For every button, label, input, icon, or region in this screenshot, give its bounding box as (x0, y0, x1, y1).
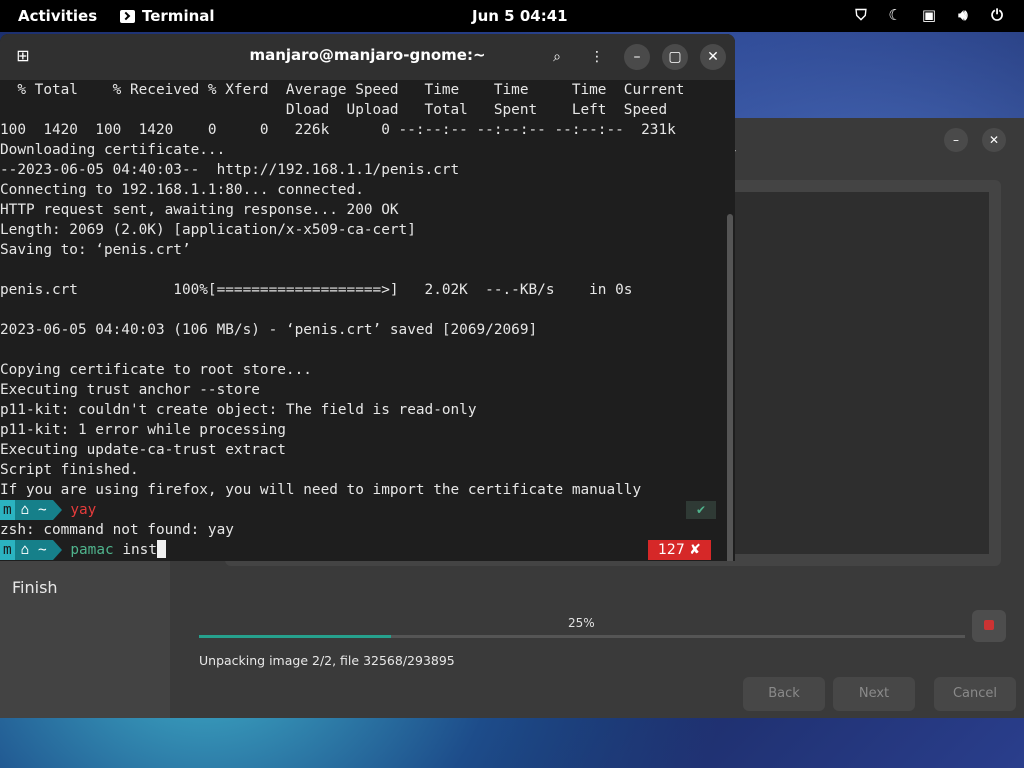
app-menu[interactable]: Terminal (120, 7, 215, 25)
menu-icon[interactable]: ⋮ (584, 44, 610, 70)
close-button[interactable]: ✕ (700, 44, 726, 70)
terminal-line: p11-kit: 1 error while processing (0, 422, 286, 438)
terminal-header: ⊞ manjaro@manjaro-gnome:~ ⌕ ⋮ – ▢ ✕ (0, 34, 735, 80)
maximize-button[interactable]: ▢ (662, 44, 688, 70)
next-button[interactable]: Next (833, 677, 915, 711)
minimize-button[interactable]: – (944, 128, 968, 152)
terminal-scrollbar[interactable] (727, 214, 733, 561)
manjaro-icon: m (0, 500, 15, 520)
log-toggle-button[interactable] (972, 610, 1006, 642)
clock[interactable]: Jun 5 04:41 (472, 7, 568, 25)
terminal-line: Script finished. (0, 462, 139, 478)
terminal-line: 2023-06-05 04:40:03 (106 MB/s) - ‘penis.… (0, 322, 538, 338)
terminal-line: --2023-06-05 04:40:03-- http://192.168.1… (0, 162, 460, 178)
terminal-line: Executing trust anchor --store (0, 382, 260, 398)
cursor (157, 540, 166, 558)
terminal-line: Downloading certificate... (0, 142, 226, 158)
terminal-line: penis.crt 100%[===================>] 2.0… (0, 282, 633, 298)
command-text: pamac (70, 542, 114, 558)
progress-bar (199, 635, 965, 638)
home-segment: ⌂ ~ (14, 500, 53, 520)
screen-icon[interactable]: ▣ (920, 6, 938, 24)
terminal-line: Copying certificate to root store... (0, 362, 312, 378)
prompt-line: m ⌂ ~ pamac inst (0, 540, 725, 560)
terminal-line: Dload Upload Total Spent Left Speed (0, 102, 668, 118)
install-status: Unpacking image 2/2, file 32568/293895 (199, 653, 455, 668)
close-button[interactable]: ✕ (982, 128, 1006, 152)
error-status-badge: 127 ✘ (648, 540, 711, 560)
success-status-badge: ✔ (686, 501, 717, 519)
terminal-line: HTTP request sent, awaiting response... … (0, 202, 399, 218)
sidebar-step-finish: Finish (12, 578, 58, 597)
minimize-button[interactable]: – (624, 44, 650, 70)
system-tray[interactable]: ⛉ ☾ ▣ 🔊︎ ⏻ (852, 6, 1006, 24)
terminal-line: 100 1420 100 1420 0 0 226k 0 --:--:-- --… (0, 122, 676, 138)
manjaro-icon: m (0, 540, 15, 560)
terminal-line: Connecting to 192.168.1.1:80... connecte… (0, 182, 364, 198)
progress-fill (199, 635, 391, 638)
terminal-icon (120, 9, 135, 23)
privacy-icon[interactable]: ⛉ (852, 6, 870, 24)
home-segment: ⌂ ~ (14, 540, 53, 560)
terminal-line: Length: 2069 (2.0K) [application/x-x509-… (0, 222, 416, 238)
terminal-line: Executing update-ca-trust extract (0, 442, 286, 458)
power-icon[interactable]: ⏻ (988, 6, 1006, 24)
terminal-line: p11-kit: couldn't create object: The fie… (0, 402, 477, 418)
terminal-window[interactable]: ⊞ manjaro@manjaro-gnome:~ ⌕ ⋮ – ▢ ✕ % To… (0, 34, 735, 561)
error-line: zsh: command not found: yay (0, 522, 234, 538)
back-button[interactable]: Back (743, 677, 825, 711)
installer-window-controls: – ✕ (944, 128, 1006, 152)
night-mode-icon[interactable]: ☾ (886, 6, 904, 24)
terminal-line: Saving to: ‘penis.crt’ (0, 242, 191, 258)
app-name: Terminal (142, 7, 215, 25)
command-text: yay (70, 502, 97, 518)
volume-icon[interactable]: 🔊︎ (954, 6, 972, 24)
cancel-button[interactable]: Cancel (934, 677, 1016, 711)
prompt-line: m ⌂ ~ yay (0, 500, 725, 520)
top-bar: Activities Terminal Jun 5 04:41 ⛉ ☾ ▣ 🔊︎… (0, 0, 1024, 32)
search-icon[interactable]: ⌕ (544, 44, 570, 70)
terminal-line: If you are using firefox, you will need … (0, 482, 642, 498)
activities-button[interactable]: Activities (18, 7, 97, 25)
terminal-line: % Total % Received % Xferd Average Speed… (0, 82, 685, 98)
command-arg: inst (113, 542, 157, 558)
terminal-output[interactable]: % Total % Received % Xferd Average Speed… (0, 80, 725, 561)
progress-percent: 25% (568, 616, 595, 630)
